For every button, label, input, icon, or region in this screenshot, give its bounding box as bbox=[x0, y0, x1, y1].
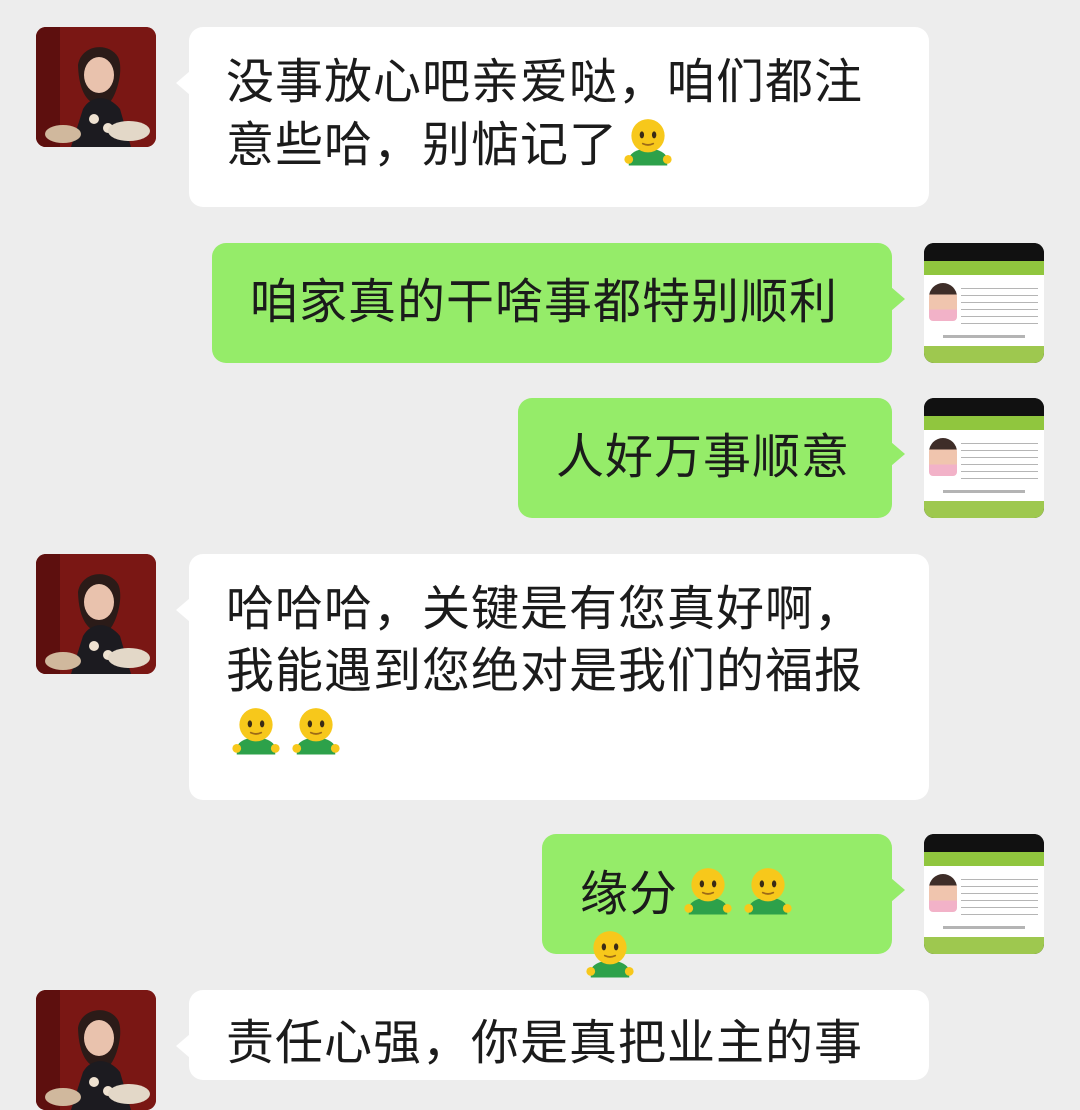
business-card-text-lines bbox=[961, 439, 1038, 479]
chat-conversation: 没事放心吧亲爱哒，咱们都注 意些哈，别惦记了 咱家真的干啥事都特别顺利 人好万事… bbox=[0, 0, 1080, 1110]
message-line-with-emoji: 缘分 bbox=[580, 862, 854, 988]
message-line: 哈哈哈，关键是有您真好啊， bbox=[226, 581, 864, 637]
outgoing-message-bubble[interactable]: 人好万事顺意 bbox=[518, 398, 905, 518]
contact-avatar-photo bbox=[36, 990, 156, 1110]
person-photo-icon bbox=[929, 874, 957, 912]
business-card-body bbox=[924, 430, 1044, 484]
outgoing-message-bubble[interactable]: 缘分 bbox=[542, 834, 905, 978]
business-card-footer bbox=[924, 484, 1044, 501]
message-text: 缘分 bbox=[580, 866, 679, 922]
contact-avatar[interactable] bbox=[36, 554, 156, 674]
message-outgoing-2: 人好万事顺意 bbox=[0, 398, 1080, 518]
outgoing-message-bubble[interactable]: 咱家真的干啥事都特别顺利 bbox=[212, 243, 905, 363]
message-incoming-3: 责任心强，你是真把业主的事 bbox=[0, 990, 1080, 1110]
contact-avatar-photo bbox=[36, 554, 156, 674]
message-outgoing-1: 咱家真的干啥事都特别顺利 bbox=[0, 243, 1080, 363]
business-card-text-lines bbox=[961, 875, 1038, 915]
business-card-footer bbox=[924, 920, 1044, 937]
business-card-body bbox=[924, 866, 1044, 920]
user-avatar[interactable] bbox=[924, 398, 1044, 518]
message-incoming-2: 哈哈哈，关键是有您真好啊， 我能遇到您绝对是我们的福报 bbox=[0, 554, 1080, 800]
message-line-with-emoji: 意些哈，别惦记了 bbox=[226, 113, 889, 176]
business-card-title-bar bbox=[924, 261, 1044, 275]
message-line: 意些哈，别惦记了 bbox=[226, 117, 619, 173]
contact-avatar[interactable] bbox=[36, 990, 156, 1110]
message-text: 咱家真的干啥事都特别顺利 bbox=[250, 274, 839, 330]
business-card-bottom-bar bbox=[924, 346, 1044, 363]
person-emoji bbox=[740, 862, 796, 918]
message-line: 我能遇到您绝对是我们的福报 bbox=[226, 643, 864, 699]
business-card-bottom-bar bbox=[924, 501, 1044, 518]
user-avatar[interactable] bbox=[924, 834, 1044, 954]
person-emoji bbox=[288, 702, 344, 758]
person-emoji bbox=[582, 925, 638, 981]
business-card-bottom-bar bbox=[924, 937, 1044, 954]
incoming-message-bubble[interactable]: 没事放心吧亲爱哒，咱们都注 意些哈，别惦记了 bbox=[176, 27, 929, 207]
business-card-header bbox=[924, 398, 1044, 416]
message-incoming-1: 没事放心吧亲爱哒，咱们都注 意些哈，别惦记了 bbox=[0, 27, 1080, 207]
business-card-footer bbox=[924, 329, 1044, 346]
message-text: 人好万事顺意 bbox=[556, 429, 851, 485]
incoming-message-bubble[interactable]: 哈哈哈，关键是有您真好啊， 我能遇到您绝对是我们的福报 bbox=[176, 554, 929, 800]
business-card-header bbox=[924, 834, 1044, 852]
message-outgoing-3: 缘分 bbox=[0, 834, 1080, 978]
business-card-body bbox=[924, 275, 1044, 329]
business-card-header bbox=[924, 243, 1044, 261]
user-avatar[interactable] bbox=[924, 243, 1044, 363]
contact-avatar-photo bbox=[36, 27, 156, 147]
person-emoji bbox=[228, 702, 284, 758]
incoming-message-bubble[interactable]: 责任心强，你是真把业主的事 bbox=[176, 990, 929, 1080]
message-emoji-line bbox=[226, 702, 889, 765]
business-card-title-bar bbox=[924, 852, 1044, 866]
person-emoji bbox=[680, 862, 736, 918]
person-emoji bbox=[620, 113, 676, 169]
message-line: 责任心强，你是真把业主的事 bbox=[226, 1015, 864, 1071]
person-photo-icon bbox=[929, 438, 957, 476]
contact-avatar[interactable] bbox=[36, 27, 156, 147]
message-line: 没事放心吧亲爱哒，咱们都注 bbox=[226, 54, 864, 110]
business-card-title-bar bbox=[924, 416, 1044, 430]
business-card-text-lines bbox=[961, 284, 1038, 324]
person-photo-icon bbox=[929, 283, 957, 321]
